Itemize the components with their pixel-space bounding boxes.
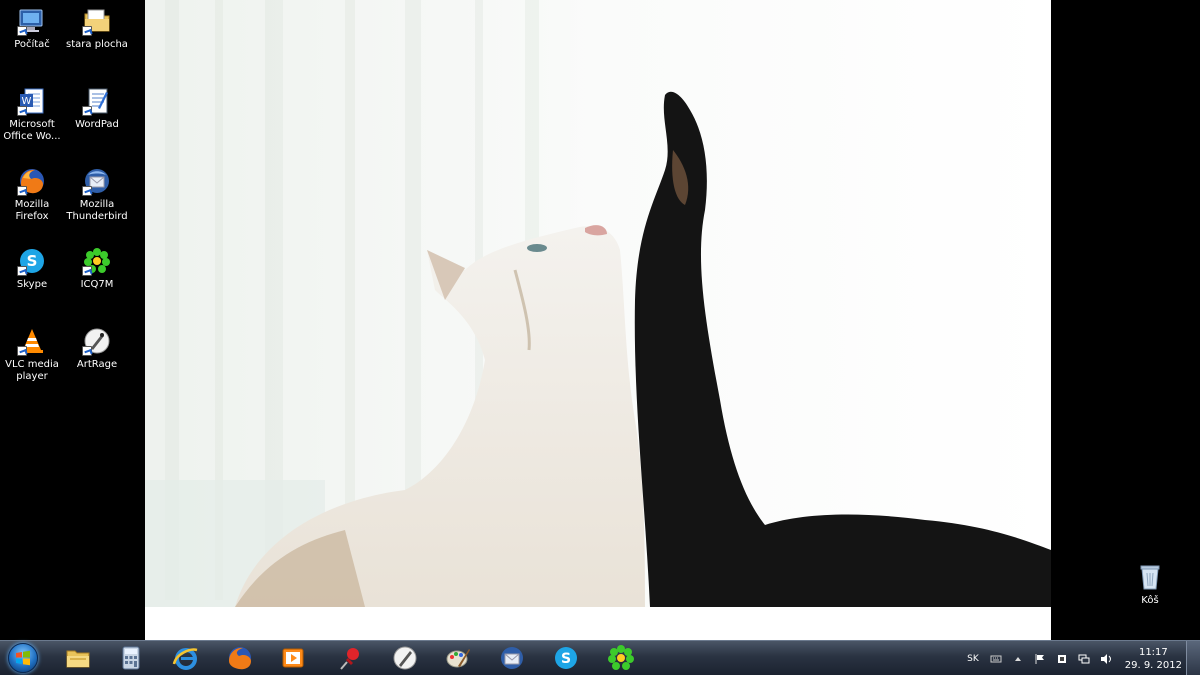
windows-logo-icon [8, 643, 38, 673]
device-icon[interactable] [1056, 653, 1068, 665]
volume-icon[interactable] [1100, 653, 1112, 665]
desktop-icon-label: Kôš [1141, 595, 1159, 606]
language-indicator[interactable]: SK [967, 654, 979, 664]
show-desktop-button[interactable] [1186, 641, 1200, 675]
icq-icon [82, 246, 112, 276]
taskbar-artrage[interactable] [380, 642, 430, 674]
desktop-icon-computer[interactable]: Počítač [0, 6, 64, 51]
paint-icon [444, 644, 472, 672]
desktop-icon-stara-plocha[interactable]: stara plocha [65, 6, 129, 51]
folder-icon [82, 6, 112, 36]
desktop-icon-label: Skype [16, 279, 48, 290]
desktop-icon-vlc[interactable]: VLC media player [0, 326, 64, 383]
system-tray: SK 11:17 29. 9. 2012 [967, 641, 1182, 675]
taskbar-icq[interactable] [596, 642, 646, 674]
taskbar-skype[interactable]: S [541, 642, 591, 674]
action-center-flag-icon[interactable] [1034, 653, 1046, 665]
desktop-icon-recycle-bin[interactable]: Kôš [1118, 562, 1182, 607]
desktop-icon-word[interactable]: W Microsoft Office Wo... [0, 86, 64, 143]
thunderbird-icon [82, 166, 112, 196]
clock-time: 11:17 [1138, 646, 1168, 658]
desktop-icon-skype[interactable]: S Skype [0, 246, 64, 291]
computer-icon [17, 6, 47, 36]
network-icon[interactable] [1078, 653, 1090, 665]
taskbar-paint[interactable] [433, 642, 483, 674]
clock[interactable]: 11:17 29. 9. 2012 [1125, 646, 1182, 672]
desktop-icon-label: Microsoft Office Wo... [3, 119, 61, 142]
taskbar-thunderbird[interactable] [487, 642, 537, 674]
vlc-icon [17, 326, 47, 356]
word-icon: W [17, 86, 47, 116]
firefox-icon [226, 644, 254, 672]
taskbar-media-player[interactable] [268, 642, 318, 674]
desktop-wallpaper [145, 0, 1051, 640]
pushpin-icon [337, 644, 365, 672]
desktop-icon-label: ICQ7M [80, 279, 114, 290]
svg-text:S: S [561, 651, 571, 667]
desktop-icon-firefox[interactable]: Mozilla Firefox [0, 166, 64, 223]
thunderbird-icon [498, 644, 526, 672]
desktop-icon-label: Mozilla Firefox [14, 199, 50, 222]
calculator-icon [117, 644, 145, 672]
desktop-icon-label: WordPad [75, 119, 119, 130]
artrage-icon [391, 644, 419, 672]
taskbar: S SK 11:17 29. 9. 2012 [0, 640, 1200, 675]
folder-icon [64, 644, 92, 672]
keyboard-icon[interactable] [990, 653, 1002, 665]
clock-date: 29. 9. 2012 [1124, 659, 1182, 671]
start-button[interactable] [4, 642, 42, 674]
recycle-bin-icon [1135, 562, 1165, 592]
show-hidden-icons-chevron-icon[interactable] [1012, 653, 1024, 665]
taskbar-calculator[interactable] [106, 642, 156, 674]
svg-text:S: S [27, 252, 38, 270]
desktop-icon-label: VLC media player [5, 359, 59, 382]
ie-icon [172, 644, 200, 672]
taskbar-explorer[interactable] [53, 642, 103, 674]
desktop-icon-artrage[interactable]: ArtRage [65, 326, 129, 371]
desktop-icon-label: ArtRage [76, 359, 118, 370]
skype-icon: S [552, 644, 580, 672]
desktop-icon-label: Mozilla Thunderbird [66, 199, 128, 222]
wordpad-icon [82, 86, 112, 116]
desktop-icon-thunderbird[interactable]: Mozilla Thunderbird [65, 166, 129, 223]
skype-icon: S [17, 246, 47, 276]
desktop-icon-wordpad[interactable]: WordPad [65, 86, 129, 131]
desktop-icon-label: stara plocha [66, 39, 128, 50]
desktop-icon-icq[interactable]: ICQ7M [65, 246, 129, 291]
taskbar-internet-explorer[interactable] [161, 642, 211, 674]
media-player-icon [279, 644, 307, 672]
icq-icon [607, 644, 635, 672]
artrage-icon [82, 326, 112, 356]
desktop-icon-label: Počítač [14, 39, 50, 50]
taskbar-pin[interactable] [326, 642, 376, 674]
taskbar-firefox[interactable] [215, 642, 265, 674]
firefox-icon [17, 166, 47, 196]
